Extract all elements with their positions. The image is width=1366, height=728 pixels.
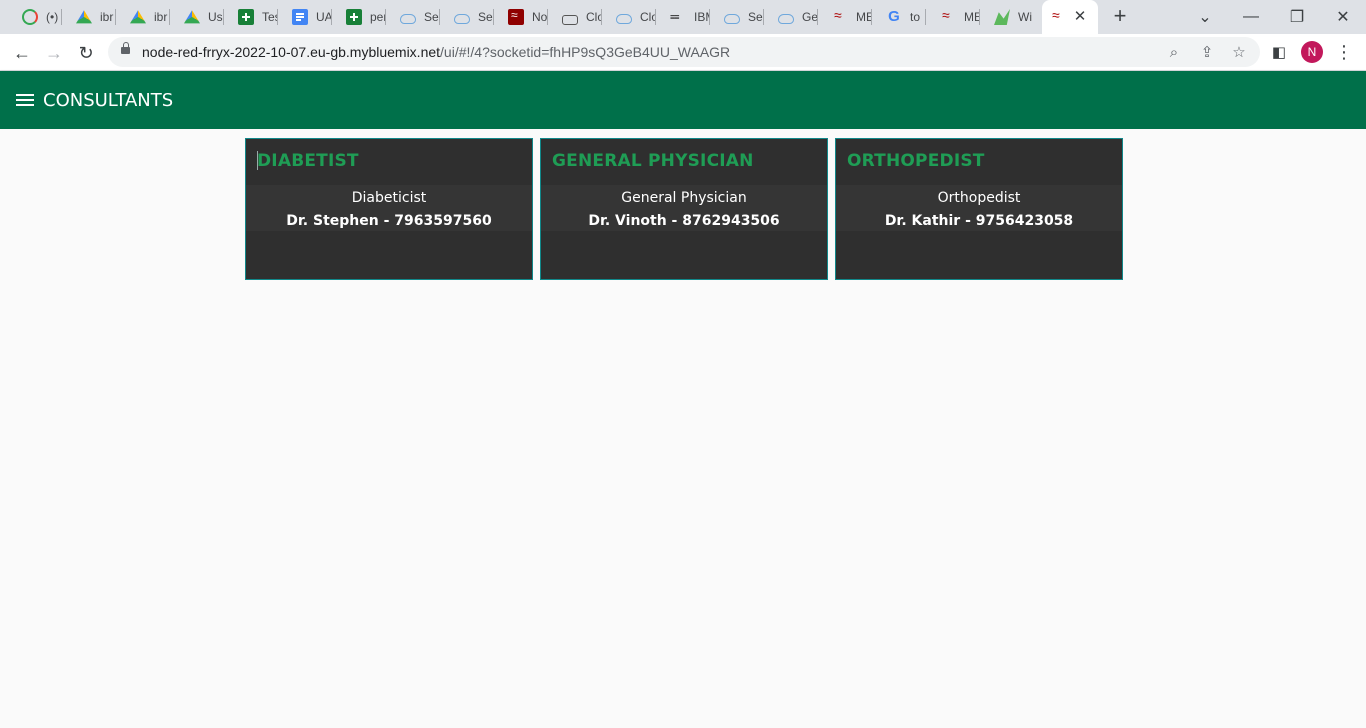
tab-search-icon[interactable]: ⌄ — [1183, 0, 1227, 34]
tab-strip: (•) ibr ibr Us Tes UA per Ser Ser No Clo… — [0, 0, 1366, 34]
browser-tab-active[interactable]: ✕ — [1042, 0, 1098, 34]
google-icon: G — [888, 8, 900, 25]
side-panel-icon[interactable]: ◧ — [1269, 42, 1289, 62]
url-text[interactable]: node-red-frryx-2022-10-07.eu-gb.mybluemi… — [142, 44, 730, 60]
card-title: DIABETIST — [257, 151, 359, 171]
browser-tab[interactable]: Clo — [548, 0, 602, 34]
lock-icon[interactable] — [121, 42, 130, 54]
browser-tab[interactable]: Us — [170, 0, 224, 34]
new-tab-button[interactable]: + — [1108, 5, 1132, 29]
cloud-icon — [454, 14, 470, 24]
browser-tab[interactable]: ibr — [116, 0, 170, 34]
browser-tab[interactable]: (•) — [8, 0, 62, 34]
restore-button[interactable]: ❐ — [1275, 0, 1319, 34]
close-window-button[interactable]: ✕ — [1321, 0, 1365, 34]
profile-avatar[interactable]: N — [1301, 41, 1323, 63]
google-drive-icon — [130, 10, 146, 24]
doctor-contact: Dr. Stephen - 7963597560 — [286, 213, 492, 229]
minimize-button[interactable]: — — [1229, 0, 1273, 34]
cloud-icon — [400, 14, 416, 24]
dashboard-content: DIABETIST Diabeticist Dr. Stephen - 7963… — [0, 129, 1366, 728]
cloud-icon — [778, 14, 794, 24]
consultant-card: ORTHOPEDIST Orthopedist Dr. Kathir - 975… — [835, 138, 1123, 280]
app-header: CONSULTANTS — [0, 71, 1366, 129]
consultant-card: DIABETIST Diabeticist Dr. Stephen - 7963… — [245, 138, 533, 280]
browser-tab[interactable]: Clo — [602, 0, 656, 34]
google-docs-icon — [292, 9, 308, 25]
hamburger-menu-icon[interactable] — [16, 93, 34, 107]
reload-button[interactable]: ↻ — [72, 39, 100, 67]
lock-icon — [562, 14, 578, 25]
share-icon[interactable]: ⇪ — [1197, 42, 1217, 62]
node-red-icon — [1050, 7, 1066, 25]
browser-tab[interactable]: Ser — [440, 0, 494, 34]
cloud-icon — [724, 14, 740, 24]
green-logo-icon — [994, 9, 1010, 25]
node-red-icon — [508, 8, 524, 25]
address-bar[interactable]: node-red-frryx-2022-10-07.eu-gb.mybluemi… — [108, 37, 1260, 67]
menu-icon[interactable]: ⋮ — [1334, 42, 1354, 62]
specialty-text: Diabeticist — [351, 190, 427, 206]
browser-tab[interactable]: Gto — [872, 0, 926, 34]
browser-tab[interactable]: Tes — [224, 0, 278, 34]
zoom-icon[interactable]: ⌕ — [1164, 42, 1184, 62]
browser-tab[interactable]: Wi — [980, 0, 1034, 34]
node-red-icon — [940, 7, 956, 25]
doctor-contact: Dr. Vinoth - 8762943506 — [588, 213, 780, 229]
consultant-card: GENERAL PHYSICIAN General Physician Dr. … — [540, 138, 828, 280]
google-sheets-icon — [346, 9, 362, 25]
browser-tab[interactable]: ME — [926, 0, 980, 34]
browser-toolbar: ← → ↻ node-red-frryx-2022-10-07.eu-gb.my… — [0, 34, 1366, 71]
browser-tab[interactable]: ≡≡IBM — [656, 0, 710, 34]
browser-tab[interactable]: UA — [278, 0, 332, 34]
browser-tab[interactable]: per — [332, 0, 386, 34]
specialty-text: General Physician — [621, 190, 747, 206]
card-title: GENERAL PHYSICIAN — [552, 151, 754, 171]
google-sheets-icon — [238, 9, 254, 25]
browser-tab[interactable]: No — [494, 0, 548, 34]
page-title: CONSULTANTS — [43, 89, 174, 111]
browser-tab[interactable]: Ge — [764, 0, 818, 34]
loading-icon — [22, 9, 38, 25]
browser-tab[interactable]: Ser — [710, 0, 764, 34]
close-tab-icon[interactable]: ✕ — [1072, 9, 1088, 25]
ibm-icon: ≡≡ — [670, 12, 680, 22]
browser-tab[interactable]: ME — [818, 0, 872, 34]
card-title: ORTHOPEDIST — [847, 151, 985, 171]
bookmark-star-icon[interactable]: ☆ — [1229, 42, 1249, 62]
google-drive-icon — [76, 10, 92, 24]
doctor-contact: Dr. Kathir - 9756423058 — [884, 213, 1074, 229]
specialty-text: Orthopedist — [937, 190, 1021, 206]
back-button[interactable]: ← — [8, 39, 36, 67]
google-drive-icon — [184, 10, 200, 24]
node-red-icon — [832, 7, 848, 25]
browser-tab[interactable]: Ser — [386, 0, 440, 34]
cloud-icon — [616, 14, 632, 24]
forward-button[interactable]: → — [40, 39, 68, 67]
browser-tab[interactable]: ibr — [62, 0, 116, 34]
